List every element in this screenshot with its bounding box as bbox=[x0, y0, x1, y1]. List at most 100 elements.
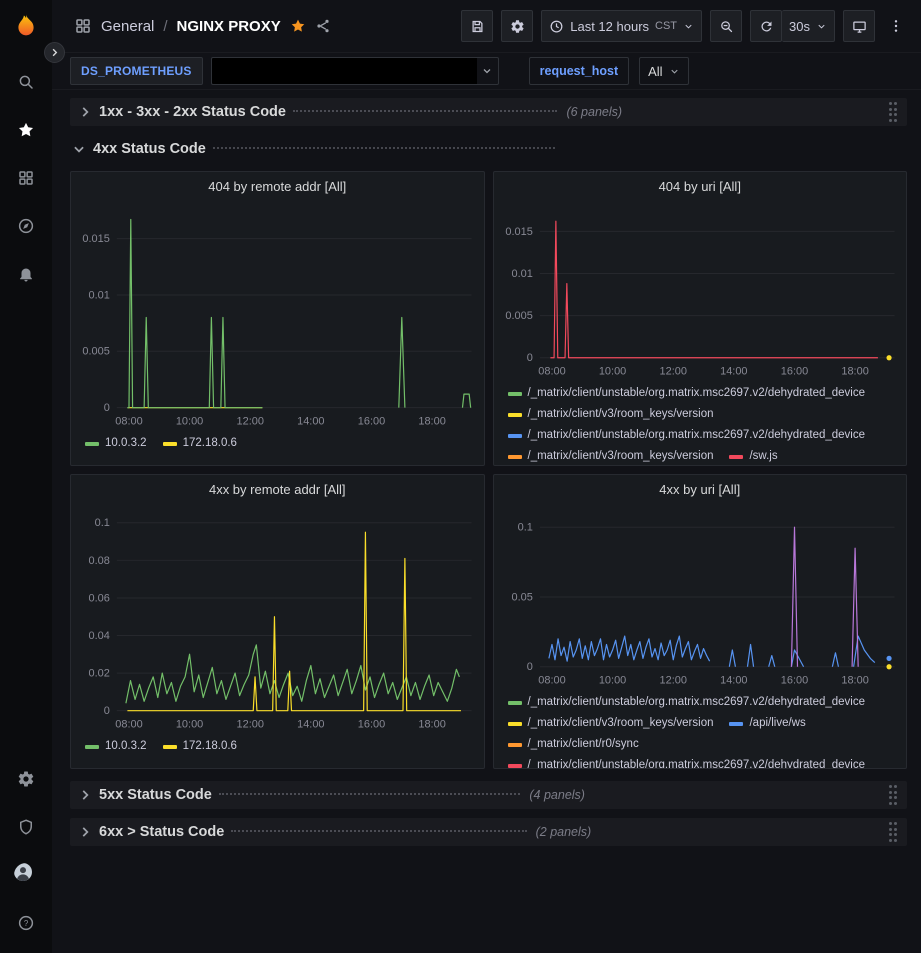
row-drag-handle[interactable] bbox=[887, 100, 900, 124]
request-host-variable-dropdown[interactable]: All bbox=[639, 57, 688, 85]
svg-text:0.005: 0.005 bbox=[82, 346, 109, 358]
svg-text:12:00: 12:00 bbox=[659, 675, 686, 687]
series-color-swatch bbox=[163, 745, 177, 749]
user-avatar[interactable] bbox=[0, 851, 52, 899]
refresh-button[interactable] bbox=[750, 10, 782, 42]
legend-item[interactable]: /api/live/ws bbox=[729, 716, 805, 731]
legend-item[interactable]: /_matrix/client/v3/room_keys/version bbox=[508, 449, 714, 464]
legend-item[interactable]: /_matrix/client/unstable/org.matrix.msc2… bbox=[508, 386, 866, 401]
svg-text:18:00: 18:00 bbox=[841, 675, 868, 687]
time-series-chart[interactable]: 00.0050.010.01508:0010:0012:0014:0016:00… bbox=[494, 200, 907, 382]
panel-title[interactable]: 404 by uri [All] bbox=[494, 172, 907, 200]
time-series-chart[interactable]: 00.050.108:0010:0012:0014:0016:0018:00 bbox=[494, 503, 907, 691]
row-header: 6xx > Status Code bbox=[99, 824, 534, 840]
time-series-chart[interactable]: 00.0050.010.01508:0010:0012:0014:0016:00… bbox=[71, 200, 484, 432]
chevron-right-icon bbox=[78, 788, 92, 802]
favorite-star-icon[interactable] bbox=[290, 18, 306, 34]
configuration-gear-icon[interactable] bbox=[0, 755, 52, 803]
svg-text:0.08: 0.08 bbox=[89, 555, 110, 567]
svg-text:16:00: 16:00 bbox=[358, 416, 385, 428]
row-1xx-3xx-2xx-status-code[interactable]: 1xx - 3xx - 2xx Status Code (6 panels) bbox=[70, 98, 907, 126]
datasource-variable-label[interactable]: DS_PROMETHEUS bbox=[70, 57, 203, 85]
sidebar: ? bbox=[0, 0, 52, 953]
svg-text:08:00: 08:00 bbox=[115, 719, 142, 731]
panel-title[interactable]: 404 by remote addr [All] bbox=[71, 172, 484, 200]
series-color-swatch bbox=[508, 434, 522, 438]
time-range-picker[interactable]: Last 12 hours CST bbox=[541, 10, 702, 42]
toolbar: Last 12 hours CST 30s bbox=[461, 10, 909, 42]
chevron-right-icon bbox=[78, 825, 92, 839]
row-drag-handle[interactable] bbox=[887, 783, 900, 807]
row-6xx-status-code[interactable]: 6xx > Status Code (2 panels) bbox=[70, 818, 907, 846]
panel-title[interactable]: 4xx by uri [All] bbox=[494, 475, 907, 503]
sidebar-expand-button[interactable] bbox=[44, 42, 65, 63]
row-dotted-leader bbox=[213, 147, 556, 149]
svg-text:0: 0 bbox=[104, 402, 110, 414]
top-navbar: General / NGINX PROXY Last 12 hours CST bbox=[52, 0, 921, 53]
dashboard-settings-button[interactable] bbox=[501, 10, 533, 42]
svg-text:0.02: 0.02 bbox=[89, 668, 110, 680]
row-dotted-leader bbox=[219, 793, 521, 795]
row-title: 4xx Status Code bbox=[93, 141, 206, 157]
share-icon[interactable] bbox=[315, 18, 331, 34]
dashboard-title[interactable]: NGINX PROXY bbox=[177, 18, 281, 35]
dashboards-icon[interactable] bbox=[0, 154, 52, 202]
svg-text:0.1: 0.1 bbox=[95, 517, 110, 529]
legend-item[interactable]: /sw.js bbox=[729, 449, 777, 464]
time-series-chart[interactable]: 00.020.040.060.080.108:0010:0012:0014:00… bbox=[71, 503, 484, 735]
series-label: /_matrix/client/unstable/org.matrix.msc2… bbox=[528, 695, 866, 710]
legend-item[interactable]: 10.0.3.2 bbox=[85, 739, 147, 754]
series-color-swatch bbox=[508, 743, 522, 747]
panel-legend: 10.0.3.2 172.18.0.6 bbox=[71, 735, 484, 768]
series-label: /_matrix/client/unstable/org.matrix.msc2… bbox=[528, 386, 866, 401]
grafana-logo[interactable] bbox=[12, 12, 40, 40]
row-5xx-status-code[interactable]: 5xx Status Code (4 panels) bbox=[70, 781, 907, 809]
help-icon[interactable]: ? bbox=[0, 899, 52, 947]
kebab-menu-button[interactable] bbox=[883, 10, 909, 42]
dashboard-content: 1xx - 3xx - 2xx Status Code (6 panels) 4… bbox=[52, 90, 921, 953]
svg-text:18:00: 18:00 bbox=[418, 719, 445, 731]
legend-item[interactable]: /_matrix/client/unstable/org.matrix.msc2… bbox=[508, 695, 866, 710]
breadcrumb-folder[interactable]: General bbox=[101, 18, 154, 35]
chevron-down-icon bbox=[477, 57, 499, 85]
series-color-swatch bbox=[508, 701, 522, 705]
panel-4xx-by-remote-addr: 4xx by remote addr [All] 00.020.040.060.… bbox=[70, 474, 485, 769]
avatar bbox=[14, 863, 38, 887]
starred-dashboards-icon[interactable] bbox=[0, 106, 52, 154]
legend-item[interactable]: /_matrix/client/v3/room_keys/version bbox=[508, 407, 714, 422]
save-icon bbox=[470, 19, 485, 34]
request-host-variable-value: All bbox=[648, 64, 662, 79]
series-label: /sw.js bbox=[749, 449, 777, 464]
tv-mode-button[interactable] bbox=[843, 10, 875, 42]
legend-item[interactable]: /_matrix/client/unstable/org.matrix.msc2… bbox=[508, 428, 866, 443]
save-dashboard-button[interactable] bbox=[461, 10, 493, 42]
search-icon[interactable] bbox=[0, 58, 52, 106]
series-color-swatch bbox=[508, 392, 522, 396]
legend-item[interactable]: 10.0.3.2 bbox=[85, 436, 147, 451]
svg-text:12:00: 12:00 bbox=[659, 366, 686, 378]
svg-text:0: 0 bbox=[526, 352, 532, 364]
legend-item[interactable]: /_matrix/client/unstable/org.matrix.msc2… bbox=[508, 758, 866, 768]
row-4xx-status-code[interactable]: 4xx Status Code bbox=[70, 135, 907, 163]
svg-text:14:00: 14:00 bbox=[720, 675, 747, 687]
alerting-bell-icon[interactable] bbox=[0, 250, 52, 298]
svg-text:0.015: 0.015 bbox=[82, 233, 109, 245]
legend-item[interactable]: 172.18.0.6 bbox=[163, 739, 237, 754]
legend-item[interactable]: 172.18.0.6 bbox=[163, 436, 237, 451]
legend-item[interactable]: /_matrix/client/v3/room_keys/version bbox=[508, 716, 714, 731]
svg-text:0.01: 0.01 bbox=[89, 289, 110, 301]
row-dotted-leader bbox=[293, 110, 557, 112]
svg-text:0: 0 bbox=[526, 661, 532, 673]
refresh-interval-dropdown[interactable]: 30s bbox=[782, 10, 835, 42]
panel-title[interactable]: 4xx by remote addr [All] bbox=[71, 475, 484, 503]
row-drag-handle[interactable] bbox=[887, 820, 900, 844]
host-variable-dropdown[interactable] bbox=[211, 57, 499, 85]
request-host-variable-label[interactable]: request_host bbox=[529, 57, 630, 85]
svg-text:08:00: 08:00 bbox=[538, 366, 565, 378]
svg-text:08:00: 08:00 bbox=[538, 675, 565, 687]
explore-compass-icon[interactable] bbox=[0, 202, 52, 250]
server-admin-shield-icon[interactable] bbox=[0, 803, 52, 851]
zoom-out-button[interactable] bbox=[710, 10, 742, 42]
legend-item[interactable]: /_matrix/client/r0/sync bbox=[508, 737, 639, 752]
svg-text:10:00: 10:00 bbox=[598, 675, 625, 687]
